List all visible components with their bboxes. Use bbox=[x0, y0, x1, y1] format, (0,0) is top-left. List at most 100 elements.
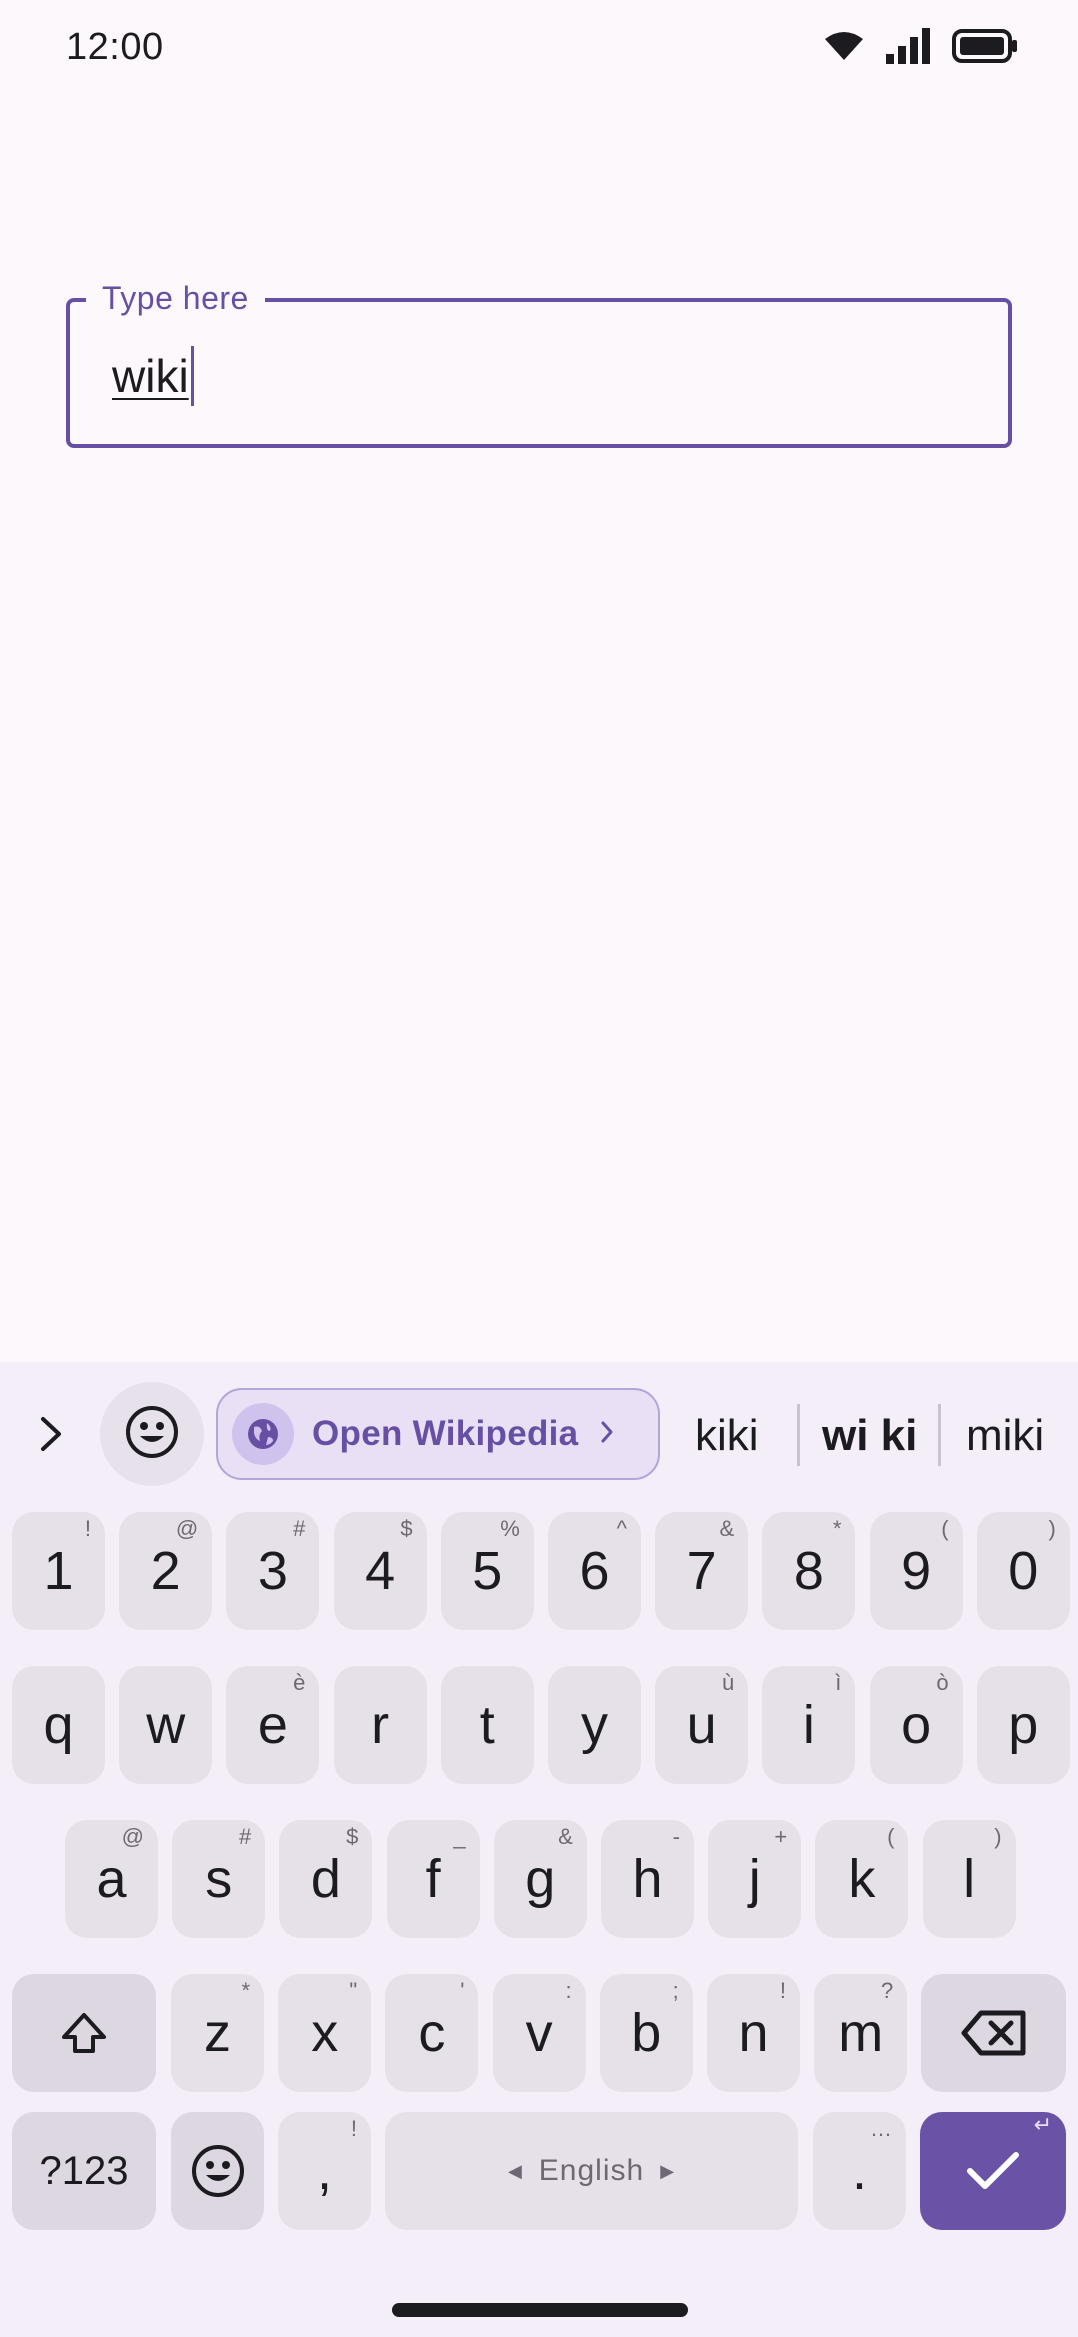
key-hint: @ bbox=[175, 1516, 199, 1541]
key-c[interactable]: c ' bbox=[385, 1974, 479, 2092]
key-hint: _ bbox=[453, 1824, 466, 1849]
key-hint: ? bbox=[880, 1978, 894, 2003]
key-hint: ) bbox=[1048, 1516, 1056, 1541]
key-hint: @ bbox=[121, 1824, 144, 1849]
key-9[interactable]: 9( bbox=[869, 1512, 963, 1630]
key-a[interactable]: a @ bbox=[65, 1820, 158, 1938]
key-label: r bbox=[371, 1695, 390, 1755]
key-u[interactable]: uù bbox=[655, 1666, 749, 1784]
key-f[interactable]: f _ bbox=[386, 1820, 480, 1938]
key-m[interactable]: m? bbox=[814, 1974, 908, 2092]
key-hint: & bbox=[719, 1516, 735, 1541]
space-key-language: English bbox=[538, 2154, 645, 2187]
home-indicator[interactable] bbox=[392, 2303, 688, 2317]
comma-key[interactable]: , ! bbox=[278, 2112, 371, 2230]
key-y[interactable]: y bbox=[548, 1666, 641, 1784]
key-p[interactable]: p bbox=[976, 1666, 1070, 1784]
key-i[interactable]: iì bbox=[762, 1666, 856, 1784]
suggestion-divider bbox=[938, 1404, 941, 1466]
key-hint: ! bbox=[84, 1516, 91, 1541]
suggestion-divider bbox=[797, 1404, 800, 1466]
key-x[interactable]: x " bbox=[278, 1974, 372, 2092]
emoji-icon bbox=[124, 1404, 180, 1465]
text-input-field[interactable]: Type here wiki bbox=[66, 278, 1012, 448]
shift-icon bbox=[12, 1974, 156, 2092]
space-key-content: ◀ English ▶ bbox=[385, 2112, 798, 2230]
suggestion-word-2[interactable]: wi ki bbox=[822, 1408, 917, 1464]
emoji-key[interactable] bbox=[171, 2112, 264, 2230]
symbols-key-label: ?123 bbox=[39, 2148, 129, 2193]
key-z[interactable]: z * bbox=[171, 1974, 264, 2092]
key-label: m bbox=[838, 2003, 884, 2063]
soft-keyboard: Open Wikipedia kiki wi ki miki 1! 2 @3 #4 $5… bbox=[0, 1362, 1078, 2337]
wifi-icon bbox=[824, 31, 864, 66]
open-wikipedia-label: Open Wikipedia bbox=[312, 1414, 579, 1453]
key-h[interactable]: h- bbox=[601, 1820, 694, 1938]
key-hint: ù bbox=[721, 1670, 735, 1695]
key-hint: ò bbox=[936, 1670, 949, 1695]
key-label: t bbox=[479, 1695, 495, 1755]
key-6[interactable]: 6 ^ bbox=[548, 1512, 641, 1630]
key-q[interactable]: q bbox=[12, 1666, 105, 1784]
key-j[interactable]: j + bbox=[708, 1820, 802, 1938]
key-o[interactable]: oò bbox=[869, 1666, 963, 1784]
open-wikipedia-chip[interactable]: Open Wikipedia bbox=[216, 1388, 660, 1480]
key-l[interactable]: l) bbox=[922, 1820, 1016, 1938]
key-5[interactable]: 5% bbox=[440, 1512, 534, 1630]
globe-icon bbox=[232, 1403, 294, 1465]
key-hint: ; bbox=[672, 1978, 679, 2003]
key-label: d bbox=[310, 1849, 341, 1909]
text-field-value[interactable]: wiki bbox=[112, 345, 194, 410]
emoji-suggestion-button[interactable] bbox=[100, 1382, 204, 1486]
key-n[interactable]: n! bbox=[707, 1974, 800, 2092]
key-label: k bbox=[848, 1849, 876, 1909]
key-label: z bbox=[204, 2003, 231, 2063]
enter-key[interactable]: ↵ bbox=[920, 2112, 1066, 2230]
key-label: v bbox=[525, 2003, 553, 2063]
key-label: 6 bbox=[579, 1541, 610, 1601]
key-0[interactable]: 0) bbox=[976, 1512, 1070, 1630]
key-t[interactable]: t bbox=[440, 1666, 534, 1784]
key-label: 2 bbox=[150, 1541, 181, 1601]
period-key-hint: … bbox=[870, 2116, 892, 2141]
chevron-right-icon bbox=[600, 1420, 614, 1449]
key-label: e bbox=[257, 1695, 288, 1755]
key-hint: ( bbox=[941, 1516, 949, 1541]
comma-key-label: , bbox=[316, 2141, 332, 2201]
key-r[interactable]: r bbox=[333, 1666, 427, 1784]
period-key[interactable]: . … bbox=[813, 2112, 906, 2230]
key-label: o bbox=[901, 1695, 932, 1755]
key-e[interactable]: eè bbox=[226, 1666, 320, 1784]
key-1[interactable]: 1! bbox=[12, 1512, 105, 1630]
key-hint: : bbox=[565, 1978, 572, 2003]
key-d[interactable]: d $ bbox=[279, 1820, 373, 1938]
key-label: 4 bbox=[365, 1541, 396, 1601]
language-right-arrow-icon: ▶ bbox=[660, 2160, 676, 2181]
key-2[interactable]: 2 @ bbox=[119, 1512, 213, 1630]
key-7[interactable]: 7 & bbox=[655, 1512, 749, 1630]
key-label: 3 bbox=[257, 1541, 288, 1601]
space-key[interactable]: ◀ English ▶ bbox=[385, 2112, 798, 2230]
key-w[interactable]: w bbox=[119, 1666, 213, 1784]
key-8[interactable]: 8 * bbox=[762, 1512, 856, 1630]
shift-key[interactable] bbox=[12, 1974, 156, 2092]
key-hint: # bbox=[238, 1824, 252, 1849]
key-hint: * bbox=[241, 1978, 250, 2003]
key-hint: $ bbox=[400, 1516, 413, 1541]
key-k[interactable]: k( bbox=[815, 1820, 909, 1938]
key-3[interactable]: 3 # bbox=[226, 1512, 320, 1630]
suggestion-word-3[interactable]: miki bbox=[966, 1408, 1044, 1464]
key-v[interactable]: v: bbox=[492, 1974, 586, 2092]
key-g[interactable]: g & bbox=[493, 1820, 587, 1938]
signal-icon bbox=[886, 28, 930, 69]
key-label: u bbox=[686, 1695, 717, 1755]
toolbar-expand-button[interactable] bbox=[28, 1410, 74, 1462]
comma-key-hint: ! bbox=[350, 2116, 357, 2141]
suggestion-word-1[interactable]: kiki bbox=[695, 1408, 759, 1464]
key-b[interactable]: b; bbox=[599, 1974, 693, 2092]
backspace-key[interactable] bbox=[921, 1974, 1066, 2092]
key-4[interactable]: 4 $ bbox=[333, 1512, 427, 1630]
symbols-key[interactable]: ?123 bbox=[12, 2112, 156, 2230]
key-s[interactable]: s # bbox=[172, 1820, 266, 1938]
key-hint: ) bbox=[994, 1824, 1002, 1849]
